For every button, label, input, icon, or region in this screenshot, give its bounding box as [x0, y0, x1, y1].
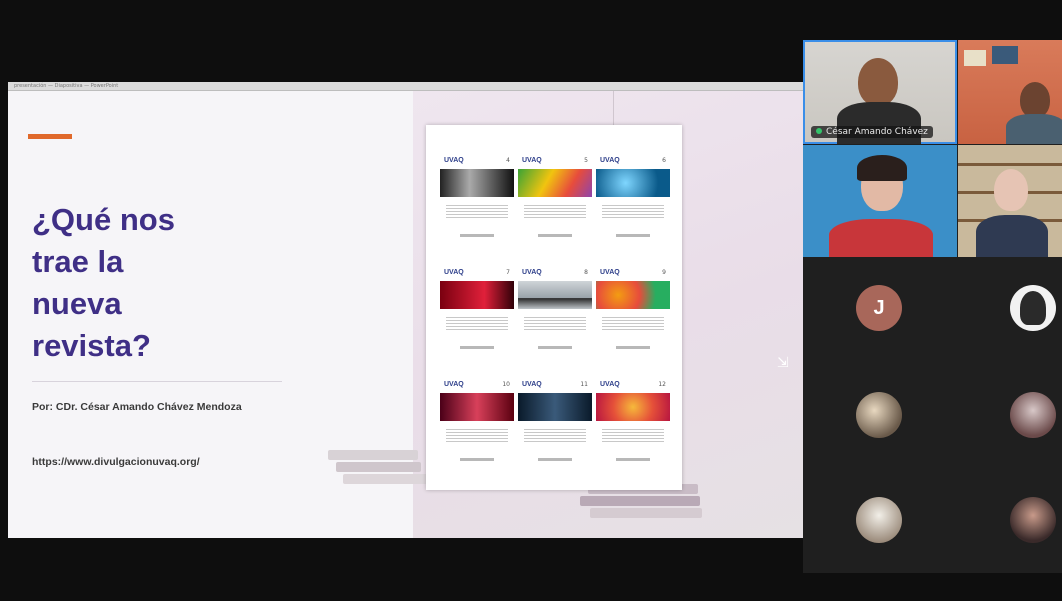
cover-number: 5 — [584, 157, 588, 164]
participant-avatar-photo[interactable] — [1010, 392, 1056, 438]
cover-image — [518, 169, 592, 197]
cover-footer — [538, 234, 572, 237]
cover-header: UVAQ 7 — [444, 261, 510, 279]
cover-footer — [616, 234, 650, 237]
cover-text-lines — [524, 203, 586, 219]
journal-cover: UVAQ 6 — [596, 139, 672, 251]
participant-head — [858, 58, 898, 106]
cover-logo: UVAQ — [522, 157, 542, 164]
cover-image — [440, 281, 514, 309]
mouse-cursor-icon: ⇲ — [777, 355, 789, 371]
cover-grid: UVAQ 4 UVAQ 5 UVAQ 6 UVAQ 7 UVAQ 8 UVAQ 9 UVAQ 10 UVAQ… — [440, 139, 672, 475]
cover-number: 8 — [584, 269, 588, 276]
cover-number: 12 — [658, 381, 666, 388]
slide-author: Por: CDr. César Amando Chávez Mendoza — [32, 401, 242, 413]
cover-number: 6 — [662, 157, 666, 164]
screen-share-view[interactable]: presentación — Diapositiva — PowerPoint … — [8, 82, 803, 538]
title-accent-bar — [28, 134, 72, 139]
journal-cover: UVAQ 9 — [596, 251, 672, 363]
cover-image — [440, 169, 514, 197]
cover-header: UVAQ 5 — [522, 149, 588, 167]
journal-cover: UVAQ 4 — [440, 139, 516, 251]
cover-footer — [538, 346, 572, 349]
active-speaker-nametag: César Amando Chávez — [811, 126, 933, 138]
cover-footer — [616, 346, 650, 349]
cover-text-lines — [524, 315, 586, 331]
cover-text-lines — [602, 315, 664, 331]
cover-logo: UVAQ — [600, 269, 620, 276]
cover-header: UVAQ 12 — [600, 373, 666, 391]
bookshelf — [958, 163, 1062, 166]
journal-cover: UVAQ 5 — [518, 139, 594, 251]
participant-avatar-photo[interactable] — [856, 497, 902, 543]
cover-logo: UVAQ — [600, 381, 620, 388]
cover-footer — [538, 458, 572, 461]
participant-video-4[interactable] — [958, 145, 1062, 257]
cover-image — [440, 393, 514, 421]
cover-image — [596, 169, 670, 197]
cover-text-lines — [446, 203, 508, 219]
participant-body — [976, 215, 1048, 257]
cover-text-lines — [602, 203, 664, 219]
participant-avatar-j[interactable]: J — [856, 285, 902, 331]
cover-footer — [616, 458, 650, 461]
participant-hair — [857, 155, 907, 181]
participant-head — [994, 169, 1028, 211]
cover-text-lines — [446, 427, 508, 443]
cover-image — [596, 281, 670, 309]
cover-text-lines — [446, 315, 508, 331]
slide-divider — [32, 381, 282, 382]
participant-video-3[interactable] — [803, 145, 957, 257]
cover-logo: UVAQ — [522, 381, 542, 388]
participant-head — [1020, 82, 1050, 118]
journal-cover: UVAQ 10 — [440, 363, 516, 475]
active-speaker-name: César Amando Chávez — [826, 127, 928, 137]
cover-text-lines — [524, 427, 586, 443]
cover-footer — [460, 458, 494, 461]
cover-number: 4 — [506, 157, 510, 164]
video-call-window: presentación — Diapositiva — PowerPoint … — [0, 0, 1062, 601]
cover-image — [596, 393, 670, 421]
cover-logo: UVAQ — [444, 269, 464, 276]
cover-logo: UVAQ — [444, 381, 464, 388]
slide-title: ¿Qué nos trae la nueva revista? — [32, 202, 175, 363]
cover-number: 10 — [502, 381, 510, 388]
cover-logo: UVAQ — [522, 269, 542, 276]
cover-header: UVAQ 10 — [444, 373, 510, 391]
cover-header: UVAQ 8 — [522, 261, 588, 279]
cover-number: 7 — [506, 269, 510, 276]
cover-logo: UVAQ — [444, 157, 464, 164]
participant-avatar-photo[interactable] — [1010, 497, 1056, 543]
cover-header: UVAQ 9 — [600, 261, 666, 279]
cover-logo: UVAQ — [600, 157, 620, 164]
slide-url: https://www.divulgacionuvaq.org/ — [32, 456, 200, 468]
journal-covers-poster: UVAQ 4 UVAQ 5 UVAQ 6 UVAQ 7 UVAQ 8 UVAQ 9 UVAQ 10 UVAQ… — [426, 125, 682, 490]
participant-body — [1006, 114, 1062, 144]
mic-active-icon — [816, 128, 822, 134]
cover-footer — [460, 234, 494, 237]
journal-cover: UVAQ 12 — [596, 363, 672, 475]
cover-header: UVAQ 6 — [600, 149, 666, 167]
wall-picture — [992, 46, 1018, 64]
presentation-slide: ¿Qué nos trae la nueva revista? Por: CDr… — [8, 91, 803, 538]
participant-video-cesar[interactable]: César Amando Chávez — [803, 40, 957, 144]
cover-image — [518, 393, 592, 421]
journal-cover: UVAQ 8 — [518, 251, 594, 363]
cover-number: 9 — [662, 269, 666, 276]
cover-header: UVAQ 4 — [444, 149, 510, 167]
shared-window-titlebar: presentación — Diapositiva — PowerPoint — [8, 82, 803, 91]
participant-body — [829, 219, 933, 257]
participant-avatar-photo[interactable] — [1010, 285, 1056, 331]
participants-panel: César Amando Chávez J — [803, 40, 1062, 573]
wall-frame — [964, 50, 986, 66]
journal-cover: UVAQ 7 — [440, 251, 516, 363]
cover-footer — [460, 346, 494, 349]
cover-text-lines — [602, 427, 664, 443]
cover-image — [518, 281, 592, 309]
participant-avatar-photo[interactable] — [856, 392, 902, 438]
cover-header: UVAQ 11 — [522, 373, 588, 391]
journal-cover: UVAQ 11 — [518, 363, 594, 475]
participant-video-2[interactable] — [958, 40, 1062, 144]
cover-number: 11 — [580, 381, 588, 388]
